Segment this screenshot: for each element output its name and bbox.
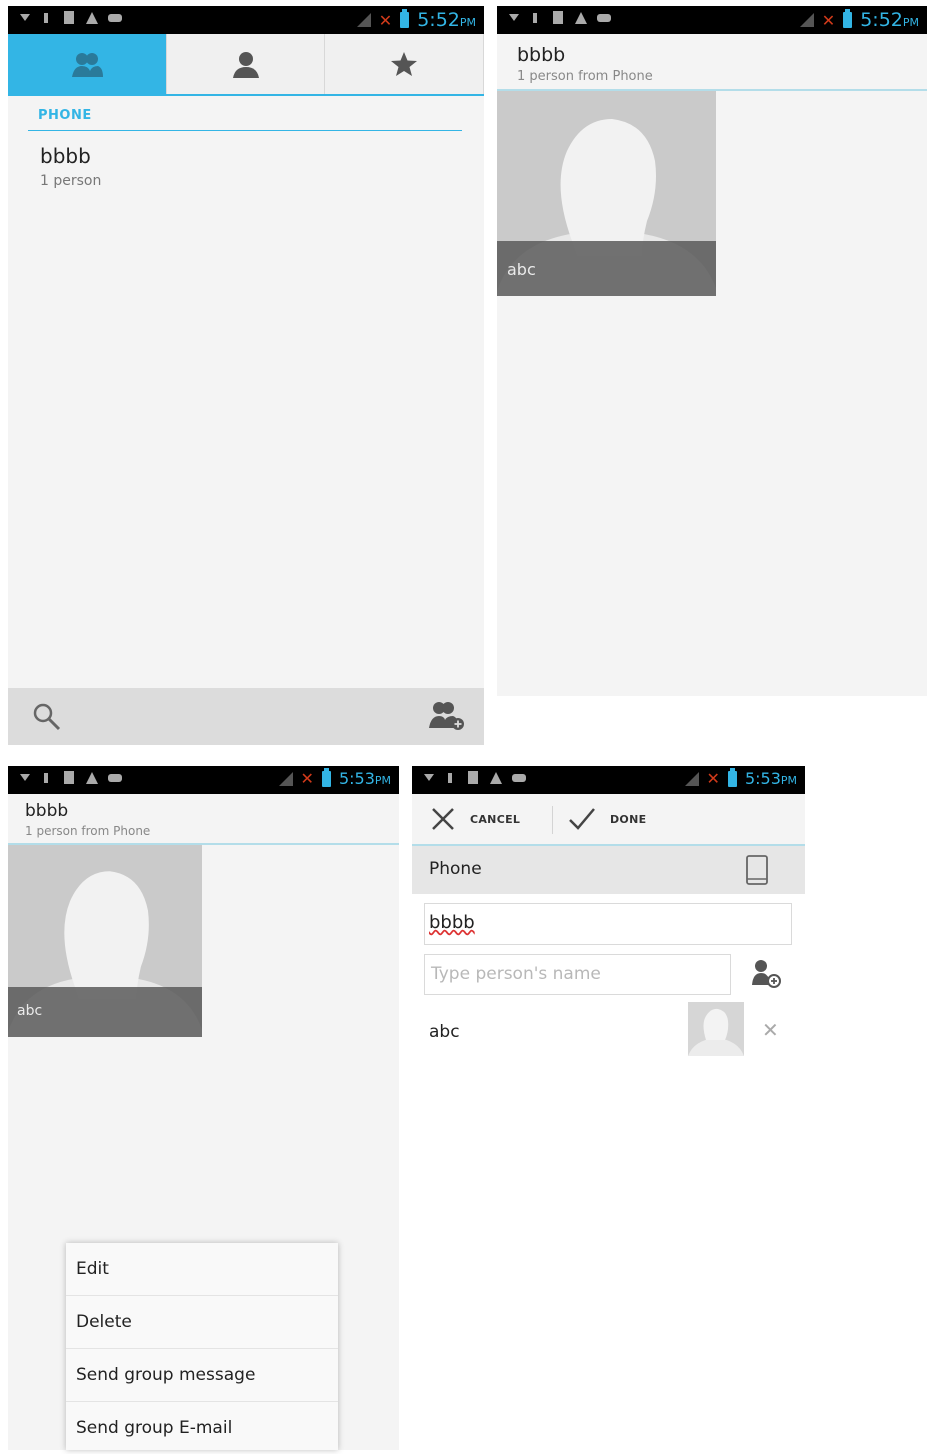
add-group-icon[interactable] — [426, 700, 466, 732]
no-sim-icon: ✕ — [821, 10, 836, 30]
person-name-input[interactable]: Type person's name — [424, 954, 731, 995]
groups-list-screen: ✕ 5:52PM PHONE bbbb 1 person — [8, 6, 484, 745]
signal-icon — [278, 771, 293, 786]
contact-tile[interactable]: abc — [497, 91, 716, 296]
no-sim-icon: ✕ — [378, 10, 393, 30]
tab-contacts[interactable] — [167, 34, 326, 94]
no-sim-icon: ✕ — [706, 769, 720, 788]
person-name-placeholder: Type person's name — [431, 964, 601, 984]
checkmark-icon — [569, 808, 595, 830]
signal-icon — [684, 771, 699, 786]
star-icon — [391, 52, 418, 76]
menu-item-send-group-message[interactable]: Send group message — [66, 1349, 338, 1402]
signal-icon — [356, 13, 371, 27]
notification-icons — [424, 771, 526, 784]
done-label: DONE — [610, 812, 647, 826]
group-detail-screen: ✕ 5:52PM bbbb 1 person from Phone abc — [497, 6, 927, 696]
group-subtitle: 1 person from Phone — [517, 69, 653, 84]
contact-name: abc — [17, 1003, 43, 1019]
status-bar: ✕ 5:52PM — [8, 6, 484, 34]
close-icon — [432, 808, 454, 830]
battery-icon — [843, 9, 853, 28]
done-button[interactable]: DONE — [568, 806, 646, 832]
group-name: bbbb — [40, 144, 91, 168]
overflow-menu: Edit Delete Send group message Send grou… — [66, 1243, 338, 1450]
phone-device-icon — [746, 855, 768, 885]
account-label: Phone — [429, 859, 482, 879]
contact-tile[interactable]: abc — [8, 845, 202, 1037]
avatar-placeholder-icon — [688, 1002, 744, 1056]
contact-name: abc — [507, 260, 536, 279]
group-name-value: bbbb — [429, 912, 475, 933]
cancel-label: CANCEL — [470, 812, 521, 826]
signal-icon — [799, 13, 814, 27]
cancel-button[interactable]: CANCEL — [430, 806, 520, 832]
person-icon — [232, 52, 259, 78]
menu-item-send-group-email[interactable]: Send group E-mail — [66, 1402, 338, 1454]
member-name: abc — [429, 1022, 460, 1042]
battery-icon — [727, 767, 737, 787]
edit-group-screen: ✕ 5:53PM CANCEL DONE Phone bbbb Type per… — [412, 766, 805, 1450]
status-bar: ✕ 5:53PM — [8, 766, 399, 794]
account-row: Phone — [412, 846, 805, 894]
section-header-phone: PHONE — [38, 108, 92, 123]
notification-icons — [20, 11, 122, 24]
member-avatar — [688, 1002, 744, 1056]
group-title: bbbb — [25, 801, 69, 821]
clock: 5:53PM — [744, 769, 797, 788]
menu-item-delete[interactable]: Delete — [66, 1296, 338, 1349]
remove-member-icon[interactable]: ✕ — [762, 1018, 779, 1042]
notification-icons — [509, 11, 611, 24]
search-icon[interactable] — [32, 702, 62, 732]
edit-action-bar: CANCEL DONE — [412, 794, 805, 846]
clock: 5:52PM — [417, 9, 476, 31]
groups-icon — [71, 53, 103, 77]
bottom-action-bar — [8, 688, 484, 745]
group-subtitle: 1 person from Phone — [25, 824, 151, 838]
battery-icon — [400, 9, 410, 28]
tab-groups[interactable] — [8, 34, 167, 94]
add-person-icon[interactable] — [750, 959, 784, 989]
group-title: bbbb — [517, 44, 566, 66]
battery-icon — [321, 767, 331, 787]
tab-bar — [8, 34, 484, 96]
menu-item-edit[interactable]: Edit — [66, 1243, 338, 1296]
status-bar: ✕ 5:52PM — [497, 6, 927, 34]
clock: 5:52PM — [860, 9, 919, 31]
tab-favorites[interactable] — [325, 34, 484, 94]
notification-icons — [20, 771, 122, 784]
clock: 5:53PM — [338, 769, 391, 788]
status-bar: ✕ 5:53PM — [412, 766, 805, 794]
action-separator — [552, 806, 553, 834]
group-member-count: 1 person — [40, 173, 102, 189]
no-sim-icon: ✕ — [300, 769, 314, 788]
group-name-field[interactable]: bbbb — [424, 903, 792, 945]
section-divider — [28, 130, 462, 131]
